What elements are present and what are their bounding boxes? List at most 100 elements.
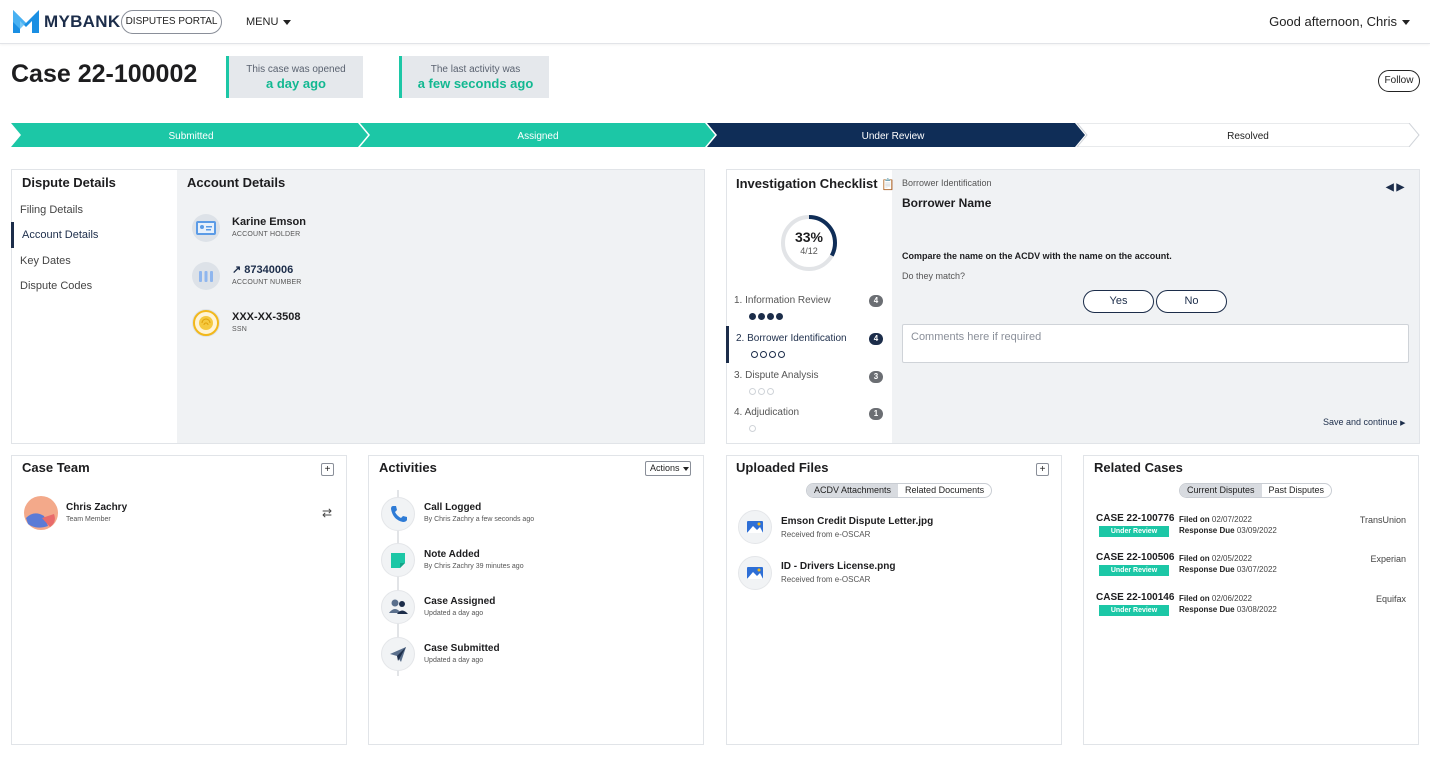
chevron-right-icon: ▶ [1400,420,1406,427]
due-date: 03/08/2022 [1236,605,1277,614]
no-button[interactable]: No [1156,290,1227,313]
phone-icon [381,497,415,531]
checklist-step-2[interactable]: 2. Borrower Identification [736,333,847,344]
next-icon[interactable]: ▶ [1396,182,1404,193]
mybank-logo-icon[interactable] [11,7,41,35]
checklist-percent: 33% [794,229,824,245]
related-cases-title: Related Cases [1094,460,1183,475]
account-number[interactable]: ↗ 87340006 ACCOUNT NUMBER [232,263,302,286]
uploaded-files-panel [726,455,1062,745]
step-number: 2. [736,333,745,344]
follow-button[interactable]: Follow [1378,70,1420,92]
tab-related-documents[interactable]: Related Documents [898,484,991,497]
nav-dispute-codes[interactable]: Dispute Codes [20,280,92,292]
account-holder-label: ACCOUNT HOLDER [232,231,301,238]
step-label-submitted: Submitted [168,131,213,142]
filed-label: Filed on [1179,515,1210,524]
due-label: Response Due [1179,605,1235,614]
related-case[interactable]: CASE 22-100146 Under Review [1096,592,1174,616]
user-menu[interactable]: Good afternoon, Chris [1269,14,1410,29]
tab-acdv-attachments[interactable]: ACDV Attachments [807,484,899,497]
step-4-dots [749,421,758,435]
step-label-assigned: Assigned [517,131,558,142]
checklist-step-4[interactable]: 4. Adjudication [734,407,799,418]
portal-badge[interactable]: DISPUTES PORTAL [121,10,222,34]
step-number: 4. [734,407,743,418]
upload-file-button[interactable]: + [1036,463,1049,476]
activity-sub: Updated a day ago [424,657,484,664]
file-name[interactable]: ID - Drivers License.png [781,561,895,572]
add-team-member-button[interactable]: + [321,463,334,476]
step-label: Borrower Identification [747,333,847,344]
nav-account-details[interactable]: Account Details [11,222,161,248]
greeting-text: Good afternoon, Chris [1269,14,1397,29]
step-number: 3. [734,370,743,381]
clipboard-icon: 📋 [881,179,895,191]
checklist-step-3[interactable]: 3. Dispute Analysis [734,370,819,381]
swap-icon[interactable]: ⇄ [322,506,332,520]
nav-key-dates[interactable]: Key Dates [20,255,71,267]
chevron-down-icon [682,466,689,471]
account-number-value[interactable]: 87340006 [244,264,293,276]
file-item[interactable]: Emson Credit Dispute Letter.jpg Received… [781,516,933,539]
activity-title: Case Assigned [424,596,496,607]
chevron-down-icon [283,19,292,25]
comments-field[interactable]: Comments here if required [902,324,1409,363]
step-label: Adjudication [744,407,800,418]
nav-filing-details[interactable]: Filing Details [20,204,83,216]
save-continue-label: Save and continue [1323,417,1398,427]
file-name[interactable]: Emson Credit Dispute Letter.jpg [781,516,933,527]
files-tab-group: ACDV Attachments Related Documents [806,483,993,498]
activity-title: Case Submitted [424,643,500,654]
case-team-panel [11,455,347,745]
checklist-title: Investigation Checklist 📋 [736,176,895,191]
step-2-dots [751,347,787,361]
menu-dropdown[interactable]: MENU [246,16,292,28]
step-label: Dispute Analysis [745,370,819,381]
yes-button[interactable]: Yes [1083,290,1154,313]
tab-current-disputes[interactable]: Current Disputes [1180,484,1262,497]
question-area [892,170,1419,443]
related-case-number[interactable]: CASE 22-100506 [1096,552,1174,563]
case-team-title: Case Team [22,460,90,475]
related-case-number[interactable]: CASE 22-100146 [1096,592,1174,603]
filed-date: 02/06/2022 [1211,594,1252,603]
last-activity-value: a few seconds ago [417,76,534,91]
activity-title: Note Added [424,549,480,560]
step-label: Information Review [745,295,831,306]
related-case[interactable]: CASE 22-100506 Under Review [1096,552,1174,576]
activity-call-logged: Call Logged By Chris Zachry a few second… [424,502,534,523]
filed-date: 02/07/2022 [1211,515,1252,524]
related-case[interactable]: CASE 22-100776 Under Review [1096,513,1174,537]
image-file-icon [738,556,772,590]
step-label-resolved: Resolved [1227,131,1269,142]
step-4-count: 1 [869,408,883,420]
activities-panel [368,455,704,745]
file-item[interactable]: ID - Drivers License.png Received from e… [781,561,895,584]
checklist-step-1[interactable]: 1. Information Review [734,295,831,306]
status-badge: Under Review [1099,526,1169,537]
related-case-dates: Filed on 02/05/2022 Response Due 03/07/2… [1179,554,1277,574]
ssn-value: XXX-XX-3508 [232,311,301,323]
step-3-dots [749,384,776,398]
brand-name[interactable]: MYBANK [44,12,120,32]
account-holder: Karine Emson ACCOUNT HOLDER [232,216,306,238]
file-source: Received from e-OSCAR [781,575,871,584]
tab-past-disputes[interactable]: Past Disputes [1262,484,1332,497]
last-activity-box: The last activity was a few seconds ago [399,56,549,98]
checklist-title-text: Investigation Checklist [736,176,878,191]
question-text: Compare the name on the ACDV with the na… [902,251,1172,261]
due-date: 03/07/2022 [1236,565,1277,574]
related-case-number[interactable]: CASE 22-100776 [1096,513,1174,524]
send-icon [381,637,415,671]
actions-dropdown[interactable]: Actions [645,461,691,476]
question-subtext: Do they match? [902,271,966,281]
prev-icon[interactable]: ◀ [1386,182,1394,193]
actions-label: Actions [650,463,680,473]
step-3-count: 3 [869,371,883,383]
save-continue-link[interactable]: Save and continue ▶ [1323,417,1405,427]
active-step-indicator [726,326,729,363]
filed-label: Filed on [1179,594,1210,603]
dispute-details-title: Dispute Details [22,175,116,190]
activity-title: Call Logged [424,502,482,513]
